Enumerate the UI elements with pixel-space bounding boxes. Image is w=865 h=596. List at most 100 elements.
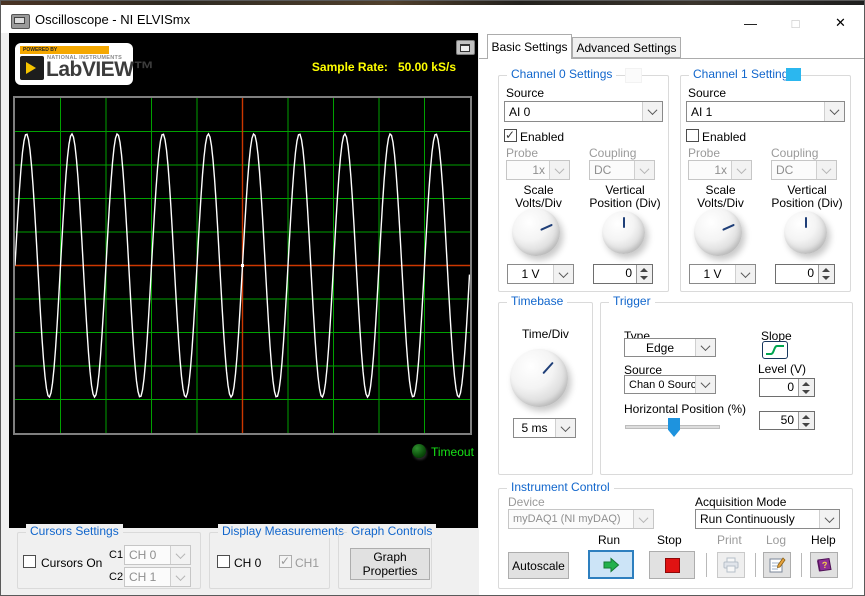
ch0-scale-dropdown[interactable]: 1 V [507,264,574,284]
knob-needle [784,211,827,254]
help-label: Help [811,533,836,547]
ch1-vpos-spinner[interactable]: 0 [775,264,835,284]
ch0-vpos-label: Vertical Position (Div) [584,184,666,210]
chevron-down-icon [695,339,715,356]
print-label: Print [717,533,742,547]
cursors-on-checkbox[interactable] [23,555,36,568]
ch0-coupling-value: DC [594,163,612,177]
cursor1-source-dropdown: CH 0 [124,545,191,565]
trigger-source-value: Chan 0 Source [629,378,695,391]
button-separator [755,553,756,577]
spin-up-icon[interactable] [799,379,814,388]
spin-down-icon[interactable] [637,274,652,283]
title-bar[interactable]: Oscilloscope - NI ELVISmx — □ ✕ [1,5,864,37]
tab-advanced-settings-label: Advanced Settings [576,40,677,55]
tab-advanced-settings[interactable]: Advanced Settings [572,37,681,58]
spin-up-icon[interactable] [819,265,834,274]
trigger-slope-button[interactable] [762,341,788,359]
run-button[interactable] [588,550,634,579]
ch0-vpos-knob[interactable] [602,211,645,254]
ch1-source-value: AI 1 [691,104,713,119]
timediv-knob[interactable] [510,349,568,407]
measure-ch0-checkbox[interactable] [217,555,230,568]
chevron-down-icon [735,265,755,283]
channel0-settings-title: Channel 0 Settings [507,67,617,81]
ch1-scale-knob[interactable] [694,208,742,256]
trigger-hpos-label: Horizontal Position (%) [624,402,747,416]
button-separator [801,553,802,577]
spinner-arrows[interactable] [798,412,814,429]
c2-label: C2 [109,571,124,583]
spinner-arrows[interactable] [798,379,814,396]
print-button [717,552,745,578]
device-value: myDAQ1 (NI myDAQ) [513,513,621,525]
ch0-vpos-label-1: Vertical [605,183,645,197]
chevron-down-icon [170,568,190,586]
timediv-dropdown[interactable]: 5 ms [513,418,576,438]
trigger-level-value: 0 [787,380,794,394]
printer-icon [723,557,739,573]
labview-logo: POWERED BY NATIONAL INSTRUMENTS LabVIEW™ [15,43,155,85]
autoscale-button[interactable]: Autoscale [508,552,569,579]
help-button[interactable]: ? [810,552,838,578]
timeout-led [412,444,426,458]
spin-down-icon[interactable] [819,274,834,283]
chevron-down-icon [555,419,575,437]
button-separator [706,553,707,577]
ch0-vpos-label-2: Position (Div) [589,196,661,210]
ch0-source-dropdown[interactable]: AI 0 [504,101,663,122]
spin-down-icon[interactable] [799,421,814,430]
stop-button[interactable] [649,551,695,579]
chevron-down-icon [642,102,662,121]
log-button[interactable] [763,552,791,578]
spin-up-icon[interactable] [799,412,814,421]
tab-basic-settings[interactable]: Basic Settings [487,34,572,59]
ch0-vpos-spinner[interactable]: 0 [593,264,653,284]
spin-down-icon[interactable] [799,388,814,397]
spinner-arrows[interactable] [636,265,652,283]
graph-properties-button[interactable]: Graph Properties [350,548,430,580]
trigger-hpos-value: 50 [780,413,794,427]
ch1-vpos-label-2: Position (Div) [771,196,843,210]
detach-window-icon[interactable] [456,40,475,55]
ch0-coupling-dropdown: DC [589,160,655,180]
ch1-probe-value: 1x [714,163,727,177]
ch0-enabled-checkbox[interactable] [504,128,517,142]
spinner-arrows[interactable] [818,265,834,283]
ch1-vpos-knob[interactable] [784,211,827,254]
ch0-probe-dropdown: 1x [506,160,570,180]
run-label: Run [598,533,621,547]
chevron-down-icon [731,161,751,179]
ch0-scale-knob[interactable] [512,208,560,256]
chevron-down-icon [634,161,654,179]
acquisition-mode-dropdown[interactable]: Run Continuously [695,509,840,529]
ch1-scale-value: 1 V [703,267,722,281]
ch1-scale-dropdown[interactable]: 1 V [689,264,756,284]
ch0-source-value: AI 0 [509,104,531,119]
channel1-settings-title: Channel 1 Settings [689,67,799,81]
app-icon [11,14,30,29]
channel1-color-swatch [786,68,801,81]
measure-ch1-label: CH1 [295,556,320,570]
trigger-type-dropdown[interactable]: Edge [624,338,716,357]
stop-label: Stop [657,533,682,547]
trigger-source-dropdown[interactable]: Chan 0 Source [624,375,716,394]
trigger-level-spinner[interactable]: 0 [759,378,815,397]
ch0-enabled-label: Enabled [520,130,565,144]
ch1-enabled-checkbox[interactable] [686,129,699,142]
ch1-source-dropdown[interactable]: AI 1 [686,101,845,122]
chevron-down-icon [816,161,836,179]
cursor2-source-value: CH 1 [129,570,157,584]
spin-up-icon[interactable] [637,265,652,274]
help-book-icon: ? [816,557,832,572]
autoscale-button-label: Autoscale [512,558,565,573]
powered-by-label: POWERED BY [20,46,109,54]
trigger-hpos-spinner[interactable]: 50 [759,411,815,430]
chevron-down-icon [824,102,844,121]
chevron-down-icon [549,161,569,179]
ch1-probe-dropdown: 1x [688,160,752,180]
ch1-vpos-value: 0 [807,266,814,280]
trigger-level-label: Level (V) [758,362,807,376]
cursors-settings-title: Cursors Settings [26,524,123,538]
channel0-color-swatch [625,68,642,83]
